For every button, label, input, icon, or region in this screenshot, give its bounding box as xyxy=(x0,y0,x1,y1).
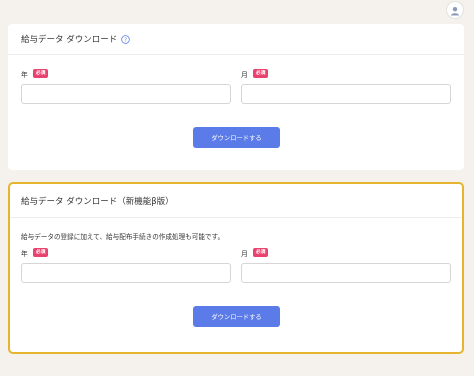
required-badge: 必須 xyxy=(252,248,269,257)
user-avatar[interactable] xyxy=(446,1,464,19)
year-field: 年 必須 xyxy=(21,247,231,283)
required-badge: 必須 xyxy=(32,69,49,78)
user-icon xyxy=(450,1,460,20)
card-title: 給与データ ダウンロード（新機能β版） xyxy=(21,196,174,207)
year-input[interactable] xyxy=(21,84,231,104)
month-label: 月 xyxy=(241,249,248,258)
month-field: 月 必須 xyxy=(241,68,451,104)
download-button[interactable]: ダウンロードする xyxy=(193,127,280,148)
required-badge: 必須 xyxy=(32,248,49,257)
month-label: 月 xyxy=(241,70,248,79)
salary-download-card: 給与データ ダウンロード ? 年 必須 月 必須 ダウンロードする xyxy=(8,24,464,170)
month-label-row: 月 必須 xyxy=(241,68,451,79)
year-label-row: 年 必須 xyxy=(21,68,231,79)
month-label-row: 月 必須 xyxy=(241,247,451,258)
card-title: 給与データ ダウンロード xyxy=(21,35,118,45)
question-circle-icon[interactable]: ? xyxy=(121,34,130,44)
card-description: 給与データの登録に加えて、給与配布手続きの作成処理も可能です。 xyxy=(21,233,225,241)
year-field: 年 必須 xyxy=(21,68,231,104)
month-field: 月 必須 xyxy=(241,247,451,283)
salary-download-beta-card: 給与データ ダウンロード（新機能β版） 給与データの登録に加えて、給与配布手続き… xyxy=(8,182,464,354)
card-header: 給与データ ダウンロード ? xyxy=(8,24,464,55)
month-input[interactable] xyxy=(241,263,451,283)
required-badge: 必須 xyxy=(252,69,269,78)
top-bar xyxy=(0,0,474,20)
year-input[interactable] xyxy=(21,263,231,283)
card-header: 給与データ ダウンロード（新機能β版） xyxy=(10,184,462,218)
year-label: 年 xyxy=(21,249,28,258)
svg-text:?: ? xyxy=(124,37,127,43)
year-label-row: 年 必須 xyxy=(21,247,231,258)
month-input[interactable] xyxy=(241,84,451,104)
year-label: 年 xyxy=(21,70,28,79)
download-button[interactable]: ダウンロードする xyxy=(193,306,280,327)
